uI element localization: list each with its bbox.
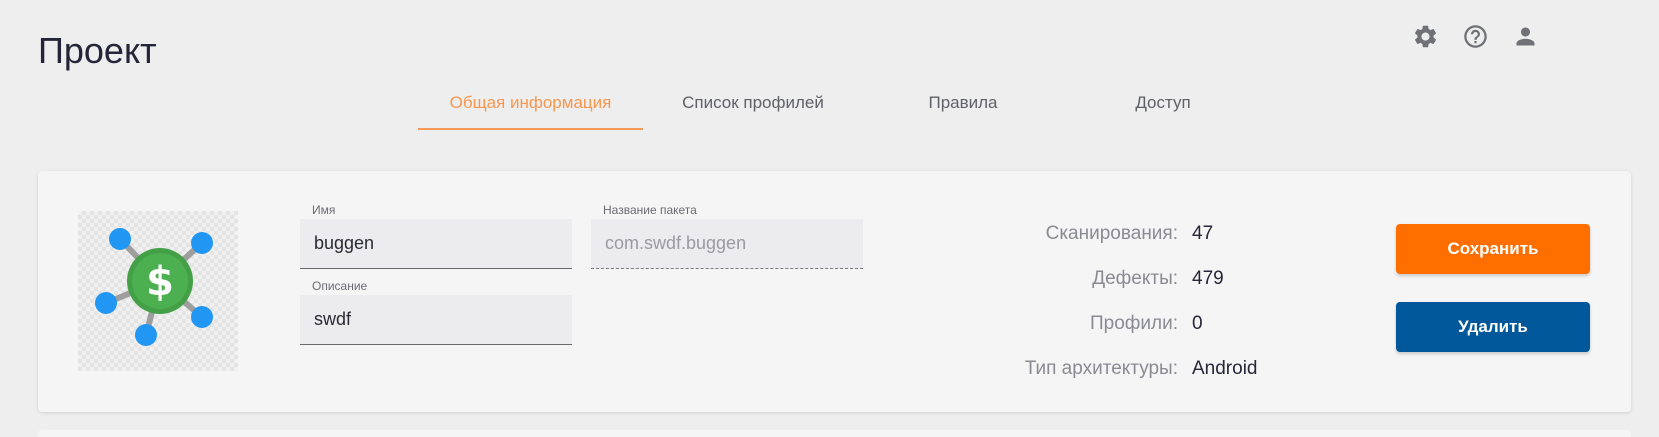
package-label: Название пакета bbox=[603, 203, 697, 217]
tab-rules[interactable]: Правила bbox=[863, 76, 1063, 130]
name-input[interactable]: buggen bbox=[300, 219, 572, 269]
project-card: $ Имя buggen Название пакета com.swdf.bu… bbox=[38, 171, 1631, 412]
description-label: Описание bbox=[312, 279, 368, 293]
project-stats: Сканирования: 47 Дефекты: 479 Профили: 0… bbox=[978, 211, 1258, 391]
stat-value: 479 bbox=[1192, 267, 1224, 289]
description-field: Описание swdf bbox=[300, 279, 572, 345]
svg-text:$: $ bbox=[146, 259, 174, 305]
stat-label: Профили: bbox=[1089, 312, 1178, 334]
stat-label: Дефекты: bbox=[1092, 267, 1178, 289]
help-icon[interactable] bbox=[1461, 22, 1489, 50]
stat-value: Android bbox=[1192, 357, 1258, 379]
stat-defects: Дефекты: 479 bbox=[978, 256, 1258, 301]
next-section-card bbox=[38, 430, 1631, 437]
project-tabs: Общая информация Список профилей Правила… bbox=[418, 76, 1263, 130]
tab-general-info[interactable]: Общая информация bbox=[418, 76, 643, 130]
stat-value: 47 bbox=[1192, 222, 1214, 244]
package-field: Название пакета com.swdf.buggen bbox=[591, 203, 863, 269]
save-button[interactable]: Сохранить bbox=[1396, 224, 1590, 274]
stat-architecture: Тип архитектуры: Android bbox=[978, 346, 1258, 391]
package-input: com.swdf.buggen bbox=[591, 219, 863, 269]
gear-icon[interactable] bbox=[1411, 22, 1439, 50]
stat-profiles: Профили: 0 bbox=[978, 301, 1258, 346]
stat-value: 0 bbox=[1192, 312, 1203, 334]
name-label: Имя bbox=[312, 203, 336, 217]
stat-label: Тип архитектуры: bbox=[1024, 357, 1178, 379]
stat-scans: Сканирования: 47 bbox=[978, 211, 1258, 256]
network-dollar-icon: $ bbox=[95, 228, 213, 346]
stat-label: Сканирования: bbox=[1045, 222, 1178, 244]
page-title: Проект bbox=[38, 30, 157, 71]
name-field: Имя buggen bbox=[300, 203, 572, 269]
user-icon[interactable] bbox=[1511, 22, 1539, 50]
description-input[interactable]: swdf bbox=[300, 295, 572, 345]
header-actions bbox=[1411, 22, 1539, 50]
project-logo[interactable]: $ bbox=[78, 211, 238, 371]
delete-button[interactable]: Удалить bbox=[1396, 302, 1590, 352]
tab-access[interactable]: Доступ bbox=[1063, 76, 1263, 130]
tab-profile-list[interactable]: Список профилей bbox=[643, 76, 863, 130]
